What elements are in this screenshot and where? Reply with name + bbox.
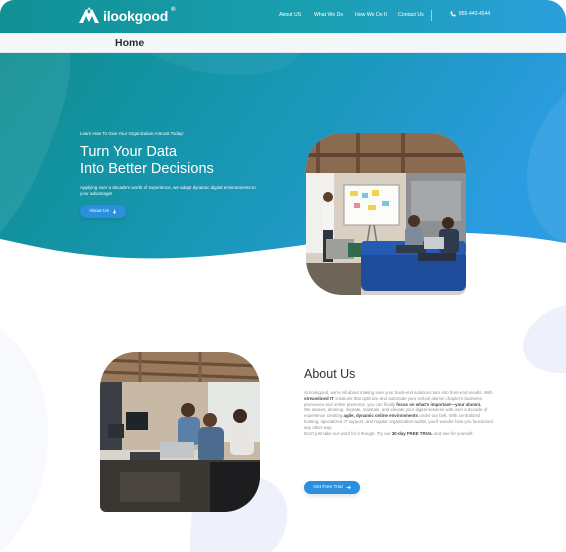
hero-heading: Turn Your Data Into Better Decisions — [80, 144, 300, 178]
phone-icon — [450, 11, 456, 17]
about-body: At ilookgood, we're all about making sur… — [304, 390, 494, 436]
page-title: Home — [115, 37, 145, 49]
about-office-team-photo — [100, 352, 260, 512]
hero-team-meeting-photo — [306, 133, 466, 295]
brand-logo[interactable]: ilookgood ® — [78, 6, 176, 26]
logo-mark-icon — [79, 7, 99, 23]
about-p1-bold-b: focus on what's important—your alumni. — [396, 401, 482, 407]
about-p2-bold: agile, dynamic online environments — [343, 413, 418, 419]
arrow-down-icon — [112, 209, 117, 214]
hero-kicker: Learn How To Give Your Organization A Bo… — [80, 131, 184, 136]
decorative-blob-right — [522, 305, 566, 374]
about-paragraph-1: At ilookgood, we're all about making sur… — [304, 390, 494, 407]
about-p1-text-a: At ilookgood, we're all about making sur… — [304, 390, 493, 395]
about-p3-text-a: Don't just take our word for it though. … — [304, 430, 392, 436]
nav-link-about-us[interactable]: About US — [279, 12, 301, 18]
about-p3-text-b: and see for yourself. — [432, 430, 474, 436]
hero-heading-line-1: Turn Your Data — [80, 144, 177, 160]
nav-link-contact-us[interactable]: Contact Us — [398, 12, 424, 18]
brand-name: ilookgood — [103, 8, 169, 24]
hero-heading-line-2: Into Better Decisions — [80, 161, 214, 177]
nav-link-how-we-do-it[interactable]: How We Do It — [355, 12, 387, 18]
about-paragraph-3: Don't just take our word for it though. … — [304, 431, 494, 437]
about-us-button-label: About Us — [89, 209, 109, 214]
nav-divider — [431, 10, 432, 21]
get-free-trial-button[interactable]: Get Free Trial — [304, 481, 360, 494]
get-free-trial-label: Get Free Trial — [313, 485, 343, 490]
hero-subtext: Applying over a decade's worth of experi… — [80, 185, 256, 196]
page-title-bar: Home — [0, 33, 566, 53]
phone-number: 855-440-4544 — [459, 11, 491, 17]
about-heading: About Us — [304, 367, 356, 381]
about-p3-bold: 30-day FREE TRIAL — [391, 430, 433, 436]
about-us-button[interactable]: About Us — [80, 205, 126, 218]
nav-link-what-we-do[interactable]: What We Do — [314, 12, 343, 18]
about-paragraph-2: We assess, develop, migrate, maintain, a… — [304, 407, 494, 430]
top-navigation-bar: ilookgood ® About US What We Do How We D… — [0, 0, 566, 33]
phone-link[interactable]: 855-440-4544 — [450, 11, 490, 17]
decorative-blob-left — [0, 330, 49, 552]
arrow-right-icon — [346, 485, 351, 490]
about-p1-bold-a: streamlined IT — [304, 395, 334, 401]
registered-mark: ® — [171, 7, 176, 13]
